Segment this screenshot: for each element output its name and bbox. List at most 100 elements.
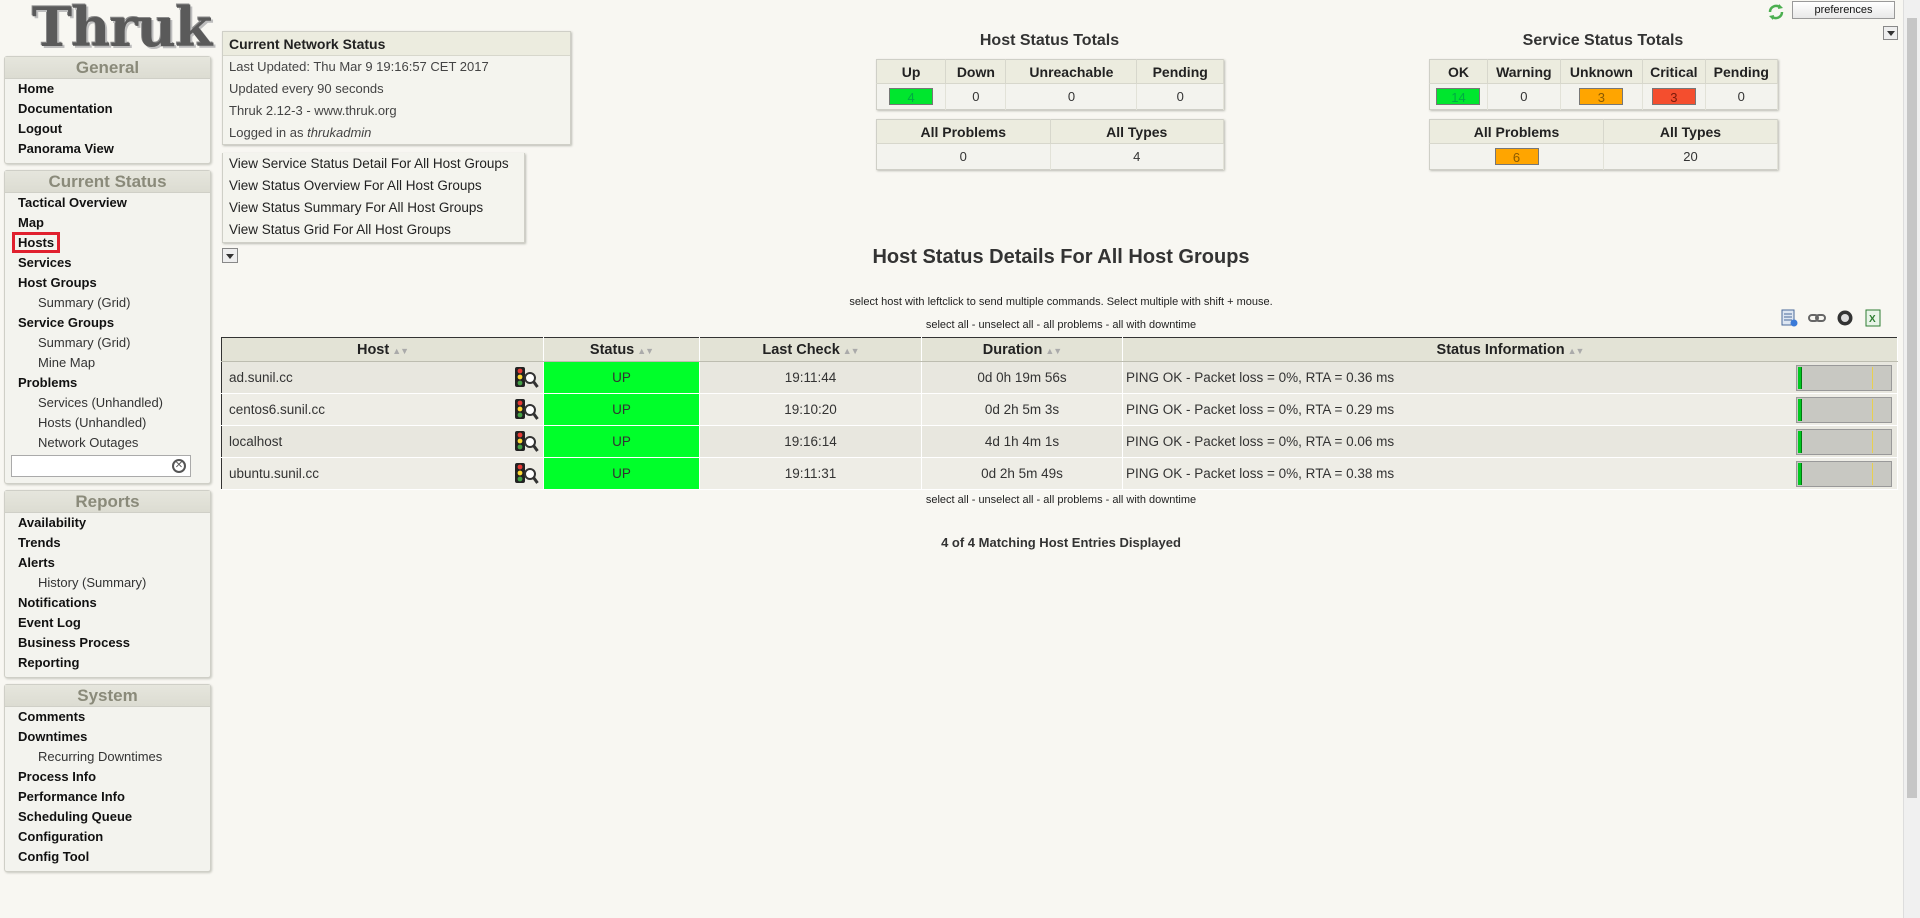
all-problems-link[interactable]: all problems [1043, 319, 1102, 331]
menu-item-availability[interactable]: Availability [5, 513, 210, 533]
service-ok-count[interactable]: 14 [1436, 88, 1481, 105]
service-warning-count[interactable]: 0 [1487, 83, 1561, 110]
all-with-downtime-link[interactable]: all with downtime [1112, 494, 1196, 506]
host-pending-count[interactable]: 0 [1136, 83, 1224, 110]
menu-item-host-groups[interactable]: Host Groups [5, 273, 210, 293]
menu-item-mine-map[interactable]: Mine Map [5, 353, 210, 373]
sort-arrows-icon[interactable]: ▲▼ [392, 346, 409, 356]
column-status-information[interactable]: Status Information ▲▼ [1122, 337, 1898, 362]
table-row[interactable]: ad.sunil.cc UP 19:11:44 0d 0h 19m 56s PI… [221, 361, 1898, 394]
version-link[interactable]: Thruk 2.12-3 - www.thruk.org [223, 100, 570, 122]
column-last-check[interactable]: Last Check ▲▼ [699, 337, 922, 362]
host-name[interactable]: ubuntu.sunil.cc [229, 466, 319, 481]
table-row[interactable]: centos6.sunil.cc UP 19:10:20 0d 2h 5m 3s… [221, 393, 1898, 426]
link-icon[interactable] [1808, 309, 1826, 327]
menu-item-home[interactable]: Home [5, 79, 210, 99]
perfdata-bar[interactable] [1796, 461, 1892, 487]
menu-item-comments[interactable]: Comments [5, 707, 210, 727]
host-name[interactable]: ad.sunil.cc [229, 370, 293, 385]
host-status-map-icon[interactable] [513, 398, 539, 422]
perfdata-bar[interactable] [1796, 397, 1892, 423]
menu-item-services[interactable]: Services [5, 253, 210, 273]
sort-arrows-icon[interactable]: ▲▼ [1568, 346, 1585, 356]
host-down-count[interactable]: 0 [945, 83, 1007, 110]
search-input[interactable] [12, 456, 162, 476]
refresh-icon[interactable] [1766, 2, 1786, 22]
host-status-map-icon[interactable] [513, 462, 539, 486]
host-status[interactable]: UP [543, 457, 700, 490]
host-unreachable-count[interactable]: 0 [1005, 83, 1138, 110]
service-all-types-header[interactable]: All Types [1603, 119, 1778, 144]
menu-item-downtimes[interactable]: Downtimes [5, 727, 210, 747]
host-all-problems-count[interactable]: 0 [876, 143, 1051, 170]
menu-item-trends[interactable]: Trends [5, 533, 210, 553]
menu-item-services-unhandled[interactable]: Services (Unhandled) [5, 393, 210, 413]
menu-item-hosts[interactable]: Hosts [5, 232, 210, 253]
service-totals-header-ok[interactable]: OK [1429, 59, 1488, 84]
service-critical-count[interactable]: 3 [1651, 88, 1696, 105]
page-scrollbar[interactable] [1903, 0, 1920, 918]
menu-item-service-groups[interactable]: Service Groups [5, 313, 210, 333]
column-host[interactable]: Host ▲▼ [221, 337, 544, 362]
menu-item-notifications[interactable]: Notifications [5, 593, 210, 613]
service-totals-header-unknown[interactable]: Unknown [1560, 59, 1644, 84]
host-name-cell[interactable]: ubuntu.sunil.cc [221, 457, 544, 490]
service-totals-header-warning[interactable]: Warning [1487, 59, 1561, 84]
menu-item-alerts[interactable]: Alerts [5, 553, 210, 573]
sort-arrows-icon[interactable]: ▲▼ [637, 346, 654, 356]
host-status-map-icon[interactable] [513, 430, 539, 454]
menu-item-servicegroup-summary-grid[interactable]: Summary (Grid) [5, 333, 210, 353]
service-all-types-count[interactable]: 20 [1603, 143, 1778, 170]
host-status[interactable]: UP [543, 393, 700, 426]
menu-item-process-info[interactable]: Process Info [5, 767, 210, 787]
menu-item-config-tool[interactable]: Config Tool [5, 847, 210, 867]
host-up-count[interactable]: 4 [889, 88, 934, 105]
column-status[interactable]: Status ▲▼ [543, 337, 700, 362]
service-pending-count[interactable]: 0 [1705, 83, 1779, 110]
menu-item-hosts-unhandled[interactable]: Hosts (Unhandled) [5, 413, 210, 433]
host-name[interactable]: localhost [229, 434, 282, 449]
menu-item-problems[interactable]: Problems [5, 373, 210, 393]
menu-item-history-summary[interactable]: History (Summary) [5, 573, 210, 593]
table-row[interactable]: localhost UP 19:16:14 4d 1h 4m 1s PING O… [221, 425, 1898, 458]
host-totals-header-up[interactable]: Up [876, 59, 947, 84]
link-status-overview[interactable]: View Status Overview For All Host Groups [229, 175, 524, 197]
column-select-icon[interactable] [1780, 309, 1798, 327]
host-name[interactable]: centos6.sunil.cc [229, 402, 325, 417]
thruk-logo[interactable]: Thruk [4, 0, 213, 56]
preferences-button[interactable]: preferences [1792, 1, 1895, 19]
service-totals-header-pending[interactable]: Pending [1705, 59, 1779, 84]
menu-item-recurring-downtimes[interactable]: Recurring Downtimes [5, 747, 210, 767]
menu-item-map[interactable]: Map [5, 213, 210, 233]
host-status-map-icon[interactable] [513, 366, 539, 390]
excel-export-icon[interactable]: X [1864, 309, 1882, 327]
all-problems-link[interactable]: all problems [1043, 494, 1102, 506]
service-all-problems-count[interactable]: 6 [1494, 148, 1539, 165]
table-row[interactable]: ubuntu.sunil.cc UP 19:11:31 0d 2h 5m 49s… [221, 457, 1898, 490]
sort-arrows-icon[interactable]: ▲▼ [1045, 346, 1062, 356]
refresh-settings-icon[interactable] [1836, 309, 1854, 327]
host-name-cell[interactable]: centos6.sunil.cc [221, 393, 544, 426]
menu-item-business-process[interactable]: Business Process [5, 633, 210, 653]
select-all-link[interactable]: select all [926, 319, 969, 331]
perfdata-bar[interactable] [1796, 429, 1892, 455]
column-duration[interactable]: Duration ▲▼ [921, 337, 1123, 362]
link-status-grid[interactable]: View Status Grid For All Host Groups [229, 219, 524, 241]
menu-item-panorama-view[interactable]: Panorama View [5, 139, 210, 159]
host-status[interactable]: UP [543, 361, 700, 394]
menu-item-logout[interactable]: Logout [5, 119, 210, 139]
perfdata-bar[interactable] [1796, 365, 1892, 391]
service-totals-header-critical[interactable]: Critical [1642, 59, 1706, 84]
host-totals-header-down[interactable]: Down [945, 59, 1007, 84]
link-service-status-detail[interactable]: View Service Status Detail For All Host … [229, 153, 524, 175]
sort-arrows-icon[interactable]: ▲▼ [843, 346, 860, 356]
menu-item-scheduling-queue[interactable]: Scheduling Queue [5, 807, 210, 827]
host-totals-header-pending[interactable]: Pending [1136, 59, 1224, 84]
menu-item-tactical-overview[interactable]: Tactical Overview [5, 193, 210, 213]
host-status[interactable]: UP [543, 425, 700, 458]
header-collapse-icon[interactable] [1883, 26, 1898, 40]
menu-item-hostgroup-summary-grid[interactable]: Summary (Grid) [5, 293, 210, 313]
unselect-all-link[interactable]: unselect all [978, 494, 1033, 506]
host-name-cell[interactable]: localhost [221, 425, 544, 458]
service-unknown-count[interactable]: 3 [1579, 88, 1624, 105]
